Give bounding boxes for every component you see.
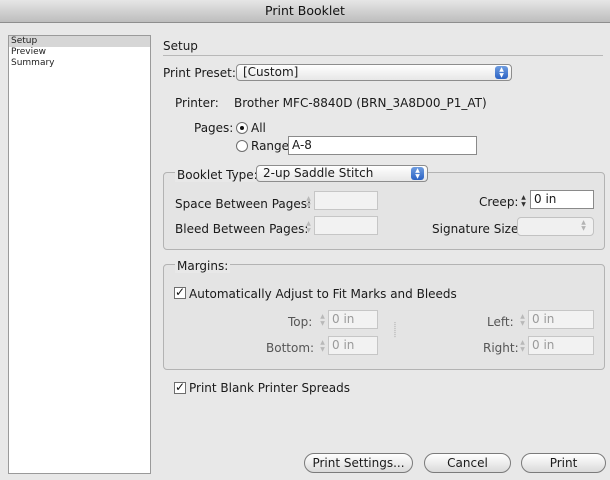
auto-adjust-label: Automatically Adjust to Fit Marks and Bl… <box>189 287 457 301</box>
signature-size-select[interactable]: ▲ ▼ <box>517 217 594 236</box>
booklet-type-label: Booklet Type: <box>175 168 260 182</box>
bleed-between-label: Bleed Between Pages: <box>175 222 309 236</box>
print-button[interactable]: Print <box>521 453 606 473</box>
margin-right-label: Right: <box>483 341 519 355</box>
print-preset-select[interactable]: [Custom] ▲ ▼ <box>236 64 512 81</box>
popup-arrows-icon: ▲ ▼ <box>411 167 424 180</box>
section-title-setup: Setup <box>163 39 198 53</box>
booklet-type-value: 2-up Saddle Stitch <box>263 166 374 180</box>
margin-left-label: Left: <box>487 315 514 329</box>
stepper-icon: ▲ ▼ <box>306 194 311 209</box>
window-title: Print Booklet <box>0 0 610 23</box>
stepper-icon: ▲ ▼ <box>306 219 311 234</box>
sidebar: Setup Preview Summary <box>8 35 151 474</box>
pages-label: Pages: <box>194 121 234 135</box>
stepper-icon: ▲ ▼ <box>320 312 325 327</box>
margin-right-input[interactable]: 0 in <box>528 336 594 355</box>
printer-value: Brother MFC-8840D (BRN_3A8D00_P1_AT) <box>234 96 487 110</box>
margin-bottom-input[interactable]: 0 in <box>328 336 378 355</box>
section-divider <box>163 55 603 56</box>
printer-label: Printer: <box>175 96 219 110</box>
print-settings-button[interactable]: Print Settings... <box>304 453 413 473</box>
chain-link-icon[interactable]: ⦙ ⦙ <box>390 322 400 340</box>
auto-adjust-checkbox[interactable]: ✓ <box>174 286 186 299</box>
booklet-group <box>163 172 605 250</box>
pages-range-input[interactable]: A-8 <box>288 136 477 155</box>
cancel-button[interactable]: Cancel <box>424 453 511 473</box>
pages-all-radio[interactable] <box>236 122 248 134</box>
creep-label: Creep: <box>479 195 519 209</box>
print-preset-label: Print Preset: <box>163 66 236 80</box>
pages-all-label: All <box>251 121 266 135</box>
margin-top-label: Top: <box>288 315 313 329</box>
sidebar-item-summary[interactable]: Summary <box>9 58 150 69</box>
creep-input[interactable]: 0 in <box>530 190 594 209</box>
print-preset-value: [Custom] <box>243 65 299 79</box>
stepper-icon: ▲ ▼ <box>320 338 325 353</box>
print-blank-label: Print Blank Printer Spreads <box>189 381 350 395</box>
space-between-label: Space Between Pages: <box>175 197 312 211</box>
space-between-input[interactable] <box>314 191 378 210</box>
stepper-icon[interactable]: ▲ ▼ <box>519 192 528 209</box>
bleed-between-input[interactable] <box>314 216 378 235</box>
margins-label: Margins: <box>175 259 231 273</box>
popup-arrows-icon: ▲ ▼ <box>495 66 508 79</box>
stepper-icon: ▲ ▼ <box>520 312 525 327</box>
margin-top-input[interactable]: 0 in <box>328 310 378 329</box>
popup-arrows-icon: ▲ ▼ <box>581 218 586 232</box>
sidebar-item-preview[interactable]: Preview <box>9 47 150 58</box>
margin-left-input[interactable]: 0 in <box>528 310 594 329</box>
margin-bottom-label: Bottom: <box>266 341 315 355</box>
booklet-type-select[interactable]: 2-up Saddle Stitch ▲ ▼ <box>256 165 428 182</box>
pages-range-label: Range: <box>251 139 294 153</box>
signature-size-label: Signature Size: <box>432 222 523 236</box>
print-blank-checkbox[interactable]: ✓ <box>174 381 186 394</box>
pages-range-radio[interactable] <box>236 140 248 152</box>
sidebar-item-setup[interactable]: Setup <box>9 36 150 47</box>
stepper-icon: ▲ ▼ <box>520 338 525 353</box>
